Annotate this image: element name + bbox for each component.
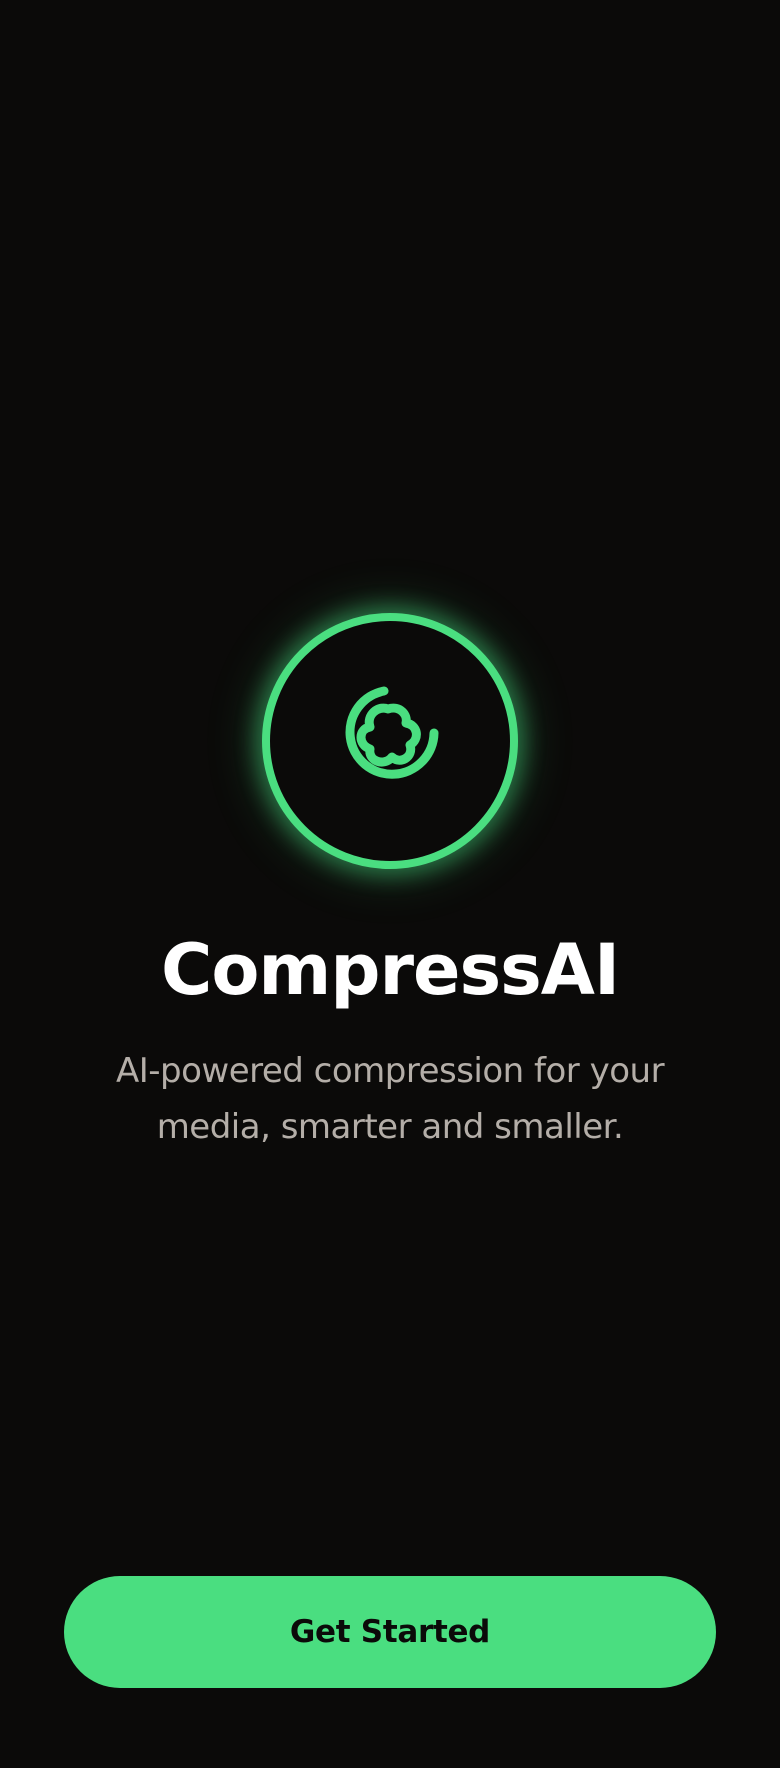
app-tagline: AI-powered compression for your media, s… <box>115 1051 665 1147</box>
welcome-screen: CompressAI AI-powered compression for yo… <box>0 0 780 1768</box>
app-title: CompressAI <box>160 929 620 1011</box>
get-started-button[interactable]: Get Started <box>64 1576 716 1688</box>
get-started-label: Get Started <box>289 1614 491 1650</box>
compress-swirl-icon <box>345 686 439 779</box>
app-logo <box>262 613 518 869</box>
